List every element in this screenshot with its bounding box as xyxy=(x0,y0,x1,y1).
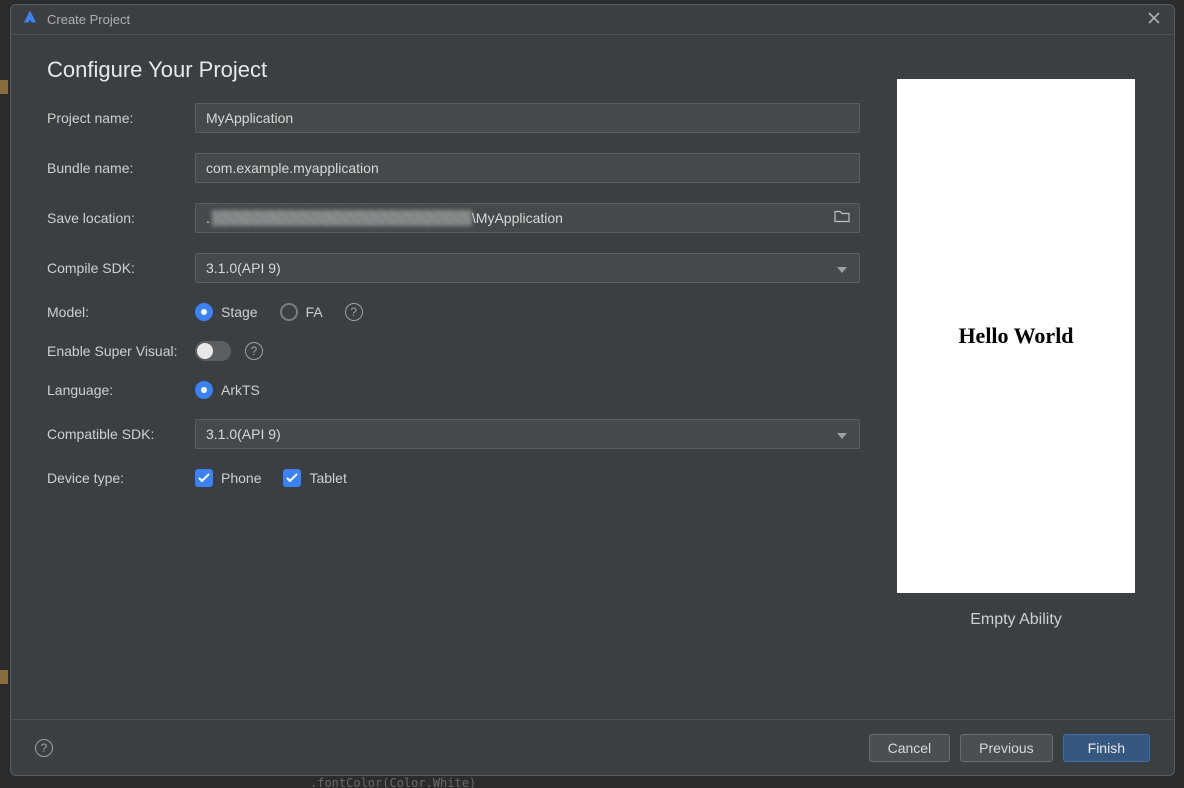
preview-column: Hello World Empty Ability xyxy=(888,57,1144,719)
previous-button[interactable]: Previous xyxy=(960,734,1052,762)
model-radio-fa[interactable]: FA xyxy=(280,303,323,321)
language-radio-arkts-label: ArkTS xyxy=(221,382,260,398)
device-checkbox-tablet[interactable]: Tablet xyxy=(283,469,346,487)
check-icon xyxy=(283,469,301,487)
background-code-snippet: .fontColor(Color.White) xyxy=(0,776,1184,788)
bundle-name-input[interactable] xyxy=(195,153,860,183)
bg-marker xyxy=(0,670,8,684)
redacted-path xyxy=(212,210,472,226)
footer-help-icon[interactable]: ? xyxy=(35,739,53,757)
compatible-sdk-value: 3.1.0(API 9) xyxy=(206,426,281,442)
device-tablet-label: Tablet xyxy=(309,470,346,486)
compile-sdk-value: 3.1.0(API 9) xyxy=(206,260,281,276)
model-radio-fa-label: FA xyxy=(306,304,323,320)
compile-sdk-label: Compile SDK: xyxy=(47,260,195,276)
chevron-down-icon xyxy=(837,426,847,442)
footer: ? Cancel Previous Finish xyxy=(11,719,1174,775)
device-checkbox-phone[interactable]: Phone xyxy=(195,469,261,487)
app-logo-icon xyxy=(21,9,39,30)
model-radio-stage[interactable]: Stage xyxy=(195,303,258,321)
save-location-input[interactable]: . \MyApplication xyxy=(195,203,860,233)
language-radio-arkts[interactable]: ArkTS xyxy=(195,381,260,399)
save-location-suffix: \MyApplication xyxy=(472,210,563,226)
folder-browse-icon[interactable] xyxy=(834,209,850,228)
model-radio-stage-label: Stage xyxy=(221,304,258,320)
project-name-input[interactable] xyxy=(195,103,860,133)
create-project-dialog: Create Project Configure Your Project Pr… xyxy=(10,4,1175,776)
compatible-sdk-select[interactable]: 3.1.0(API 9) xyxy=(195,419,860,449)
check-icon xyxy=(195,469,213,487)
preview-caption: Empty Ability xyxy=(970,611,1062,629)
device-phone-label: Phone xyxy=(221,470,261,486)
titlebar: Create Project xyxy=(11,5,1174,35)
preview-text: Hello World xyxy=(958,323,1073,349)
compatible-sdk-label: Compatible SDK: xyxy=(47,426,195,442)
super-visual-toggle[interactable] xyxy=(195,341,231,361)
preview-card: Hello World xyxy=(897,79,1135,593)
bundle-name-label: Bundle name: xyxy=(47,160,195,176)
device-type-label: Device type: xyxy=(47,470,195,486)
page-title: Configure Your Project xyxy=(47,57,860,83)
super-visual-label: Enable Super Visual: xyxy=(47,343,195,359)
chevron-down-icon xyxy=(837,260,847,276)
cancel-button[interactable]: Cancel xyxy=(869,734,951,762)
model-label: Model: xyxy=(47,304,195,320)
language-label: Language: xyxy=(47,382,195,398)
model-help-icon[interactable]: ? xyxy=(345,303,363,321)
save-location-label: Save location: xyxy=(47,210,195,226)
window-title: Create Project xyxy=(47,12,130,27)
compile-sdk-select[interactable]: 3.1.0(API 9) xyxy=(195,253,860,283)
content-area: Configure Your Project Project name: Bun… xyxy=(11,35,1174,719)
finish-button[interactable]: Finish xyxy=(1063,734,1150,762)
form-column: Configure Your Project Project name: Bun… xyxy=(47,57,888,719)
project-name-label: Project name: xyxy=(47,110,195,126)
close-icon[interactable] xyxy=(1144,7,1164,32)
super-visual-help-icon[interactable]: ? xyxy=(245,342,263,360)
bg-marker xyxy=(0,80,8,94)
